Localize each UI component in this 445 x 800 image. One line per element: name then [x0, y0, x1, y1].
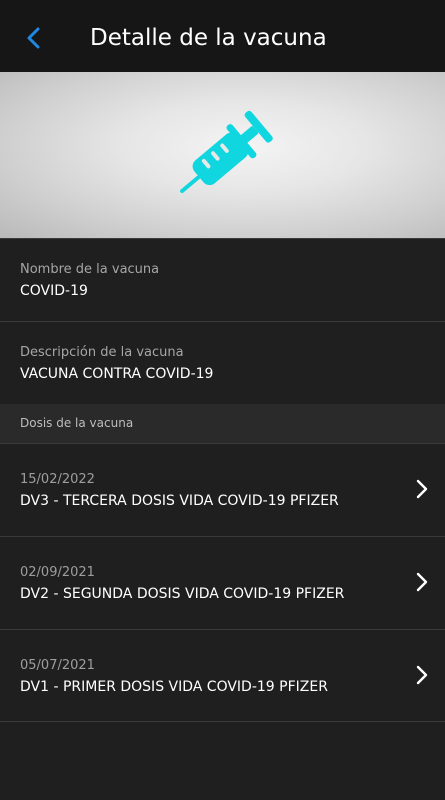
back-button[interactable]: [18, 22, 50, 54]
vaccine-name-label: Nombre de la vacuna: [20, 262, 160, 277]
dose-name: DV3 - TERCERA DOSIS VIDA COVID-19 PFIZER: [20, 493, 339, 509]
doses-section-header: Dosis de la vacuna: [0, 404, 445, 444]
vaccine-hero-image: [0, 72, 445, 238]
app-bar: Detalle de la vacuna: [0, 0, 445, 72]
vaccine-name-value: COVID-19: [20, 283, 88, 299]
divider: [0, 721, 445, 722]
divider: [0, 321, 445, 322]
page-title: Detalle de la vacuna: [90, 25, 327, 51]
doses-section-title: Dosis de la vacuna: [20, 416, 134, 430]
dose-list-item[interactable]: 02/09/2021 DV2 - SEGUNDA DOSIS VIDA COVI…: [0, 537, 445, 629]
divider: [0, 238, 445, 239]
vaccine-description-label: Descripción de la vacuna: [20, 345, 184, 360]
dose-name: DV1 - PRIMER DOSIS VIDA COVID-19 PFIZER: [20, 679, 328, 695]
dose-list-item[interactable]: 05/07/2021 DV1 - PRIMER DOSIS VIDA COVID…: [0, 630, 445, 722]
dose-name: DV2 - SEGUNDA DOSIS VIDA COVID-19 PFIZER: [20, 586, 345, 602]
syringe-icon: [180, 110, 273, 193]
chevron-right-icon: [416, 479, 428, 499]
dose-list-item[interactable]: 15/02/2022 DV3 - TERCERA DOSIS VIDA COVI…: [0, 444, 445, 536]
chevron-right-icon: [416, 572, 428, 592]
vaccine-description-value: VACUNA CONTRA COVID-19: [20, 366, 214, 382]
dose-date: 15/02/2022: [20, 472, 95, 487]
dose-date: 05/07/2021: [20, 658, 95, 673]
chevron-right-icon: [416, 665, 428, 685]
chevron-left-icon: [27, 27, 40, 49]
dose-date: 02/09/2021: [20, 565, 95, 580]
